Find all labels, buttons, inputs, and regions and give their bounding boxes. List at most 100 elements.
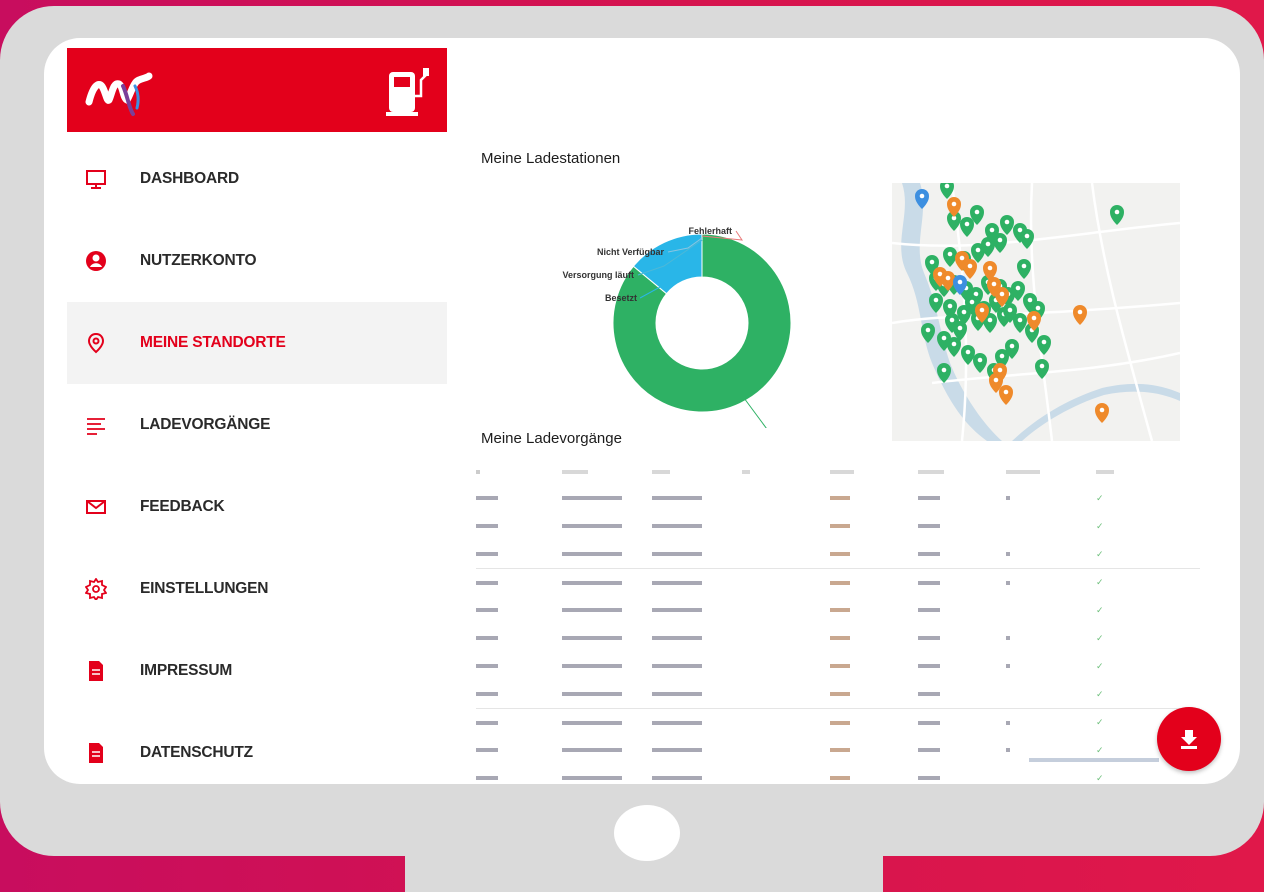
- table-row[interactable]: ✓: [476, 596, 1200, 624]
- table-cell: [918, 721, 940, 725]
- table-cell: [476, 748, 498, 752]
- document-icon: [89, 743, 103, 763]
- donut-label: Besetzt: [605, 293, 637, 303]
- table-cell: [918, 496, 940, 500]
- table-cell: [918, 776, 940, 780]
- sidebar-item-label: NUTZERKONTO: [140, 252, 257, 269]
- power-button: [614, 805, 680, 861]
- sidebar-item-label: FEEDBACK: [140, 498, 225, 515]
- table-cell: [830, 692, 850, 696]
- download-button[interactable]: [1157, 707, 1221, 771]
- table-cell: [652, 552, 702, 556]
- table-cell: [652, 692, 702, 696]
- table-cell: [476, 636, 498, 640]
- table-cell: [918, 748, 940, 752]
- column-header[interactable]: [742, 470, 750, 474]
- table-row[interactable]: ✓: [476, 708, 1200, 736]
- table-row[interactable]: ✓: [476, 484, 1200, 512]
- table-cell: [918, 636, 940, 640]
- column-header[interactable]: [476, 470, 480, 474]
- table-cell: [652, 636, 702, 640]
- table-row[interactable]: ✓: [476, 764, 1200, 784]
- column-header[interactable]: [918, 470, 944, 474]
- monitor-icon: [86, 170, 106, 189]
- table-cell: [1006, 636, 1010, 640]
- table-cell: [918, 524, 940, 528]
- column-header[interactable]: [1096, 470, 1114, 474]
- brand-bar: [67, 48, 447, 132]
- sidebar-item-label: EINSTELLUNGEN: [140, 580, 269, 597]
- table-row[interactable]: ✓: [476, 680, 1200, 708]
- sidebar-item-meine-standorte[interactable]: MEINE STANDORTE: [67, 302, 447, 384]
- table-cell: [562, 748, 622, 752]
- table-cell: ✓: [1096, 632, 1104, 643]
- location-pin-icon: [87, 332, 105, 354]
- brand-logo-icon[interactable]: [83, 64, 159, 120]
- table-cell: [476, 581, 498, 585]
- table-row[interactable]: ✓: [476, 652, 1200, 680]
- sessions-title: Meine Ladevorgänge: [481, 430, 622, 447]
- table-cell: [476, 496, 498, 500]
- table-cell: [476, 552, 498, 556]
- sidebar-item-ladevorgaenge[interactable]: LADEVORGÄNGE: [67, 384, 447, 466]
- list-icon: [87, 418, 105, 435]
- table-cell: [562, 608, 622, 612]
- table-cell: [562, 496, 622, 500]
- column-header[interactable]: [652, 470, 670, 474]
- sidebar-item-nutzerkonto[interactable]: NUTZERKONTO: [67, 220, 447, 302]
- column-header[interactable]: [830, 470, 854, 474]
- donut-label: Versorgung läuft: [562, 270, 634, 280]
- column-header[interactable]: [562, 470, 588, 474]
- sidebar-item-datenschutz[interactable]: DATENSCHUTZ: [67, 712, 447, 784]
- sessions-table: ✓ ✓ ✓ ✓ ✓ ✓ ✓ ✓ ✓ ✓ ✓: [476, 460, 1200, 784]
- table-cell: [652, 664, 702, 668]
- table-cell: [562, 721, 622, 725]
- table-cell: [918, 664, 940, 668]
- table-cell: [830, 748, 850, 752]
- table-cell: [652, 748, 702, 752]
- gear-icon: [85, 578, 107, 600]
- table-cell: [830, 608, 850, 612]
- table-cell: [562, 552, 622, 556]
- table-cell: [652, 721, 702, 725]
- table-cell: ✓: [1096, 577, 1104, 587]
- table-cell: [562, 524, 622, 528]
- table-cell: [652, 496, 702, 500]
- sidebar-item-dashboard[interactable]: DASHBOARD: [67, 138, 447, 220]
- table-cell: [1006, 496, 1010, 500]
- donut-label: Nicht Verfügbar: [597, 247, 665, 257]
- sidebar-item-feedback[interactable]: FEEDBACK: [67, 466, 447, 548]
- table-cell: [918, 581, 940, 585]
- table-row[interactable]: ✓: [476, 624, 1200, 652]
- table-cell: [830, 636, 850, 640]
- donut-label: Fehlerhaft: [688, 226, 732, 236]
- sidebar-item-einstellungen[interactable]: EINSTELLUNGEN: [67, 548, 447, 630]
- table-cell: [562, 636, 622, 640]
- table-cell: [476, 524, 498, 528]
- table-cell: [562, 664, 622, 668]
- column-header[interactable]: [1006, 470, 1040, 474]
- table-row[interactable]: ✓: [476, 512, 1200, 540]
- table-cell: [476, 721, 498, 725]
- stations-title: Meine Ladestationen: [481, 150, 621, 167]
- table-cell: [652, 608, 702, 612]
- sidebar-item-label: MEINE STANDORTE: [140, 334, 286, 351]
- table-cell: [1006, 552, 1010, 556]
- sidebar-item-label: DASHBOARD: [140, 170, 239, 187]
- table-cell: ✓: [1096, 660, 1104, 671]
- mail-icon: [86, 500, 106, 514]
- table-row[interactable]: ✓: [476, 568, 1200, 596]
- table-cell: [830, 524, 850, 528]
- table-cell: [830, 496, 850, 500]
- table-row[interactable]: ✓: [476, 540, 1200, 568]
- table-header: [476, 460, 1200, 484]
- table-cell: [476, 664, 498, 668]
- table-cell: [1006, 581, 1010, 585]
- sidebar-item-label: DATENSCHUTZ: [140, 744, 253, 761]
- stations-map[interactable]: [892, 183, 1180, 441]
- table-cell: [652, 581, 702, 585]
- table-cell: [918, 608, 940, 612]
- table-pagination[interactable]: [1029, 758, 1159, 764]
- sidebar-item-impressum[interactable]: IMPRESSUM: [67, 630, 447, 712]
- table-cell: [830, 664, 850, 668]
